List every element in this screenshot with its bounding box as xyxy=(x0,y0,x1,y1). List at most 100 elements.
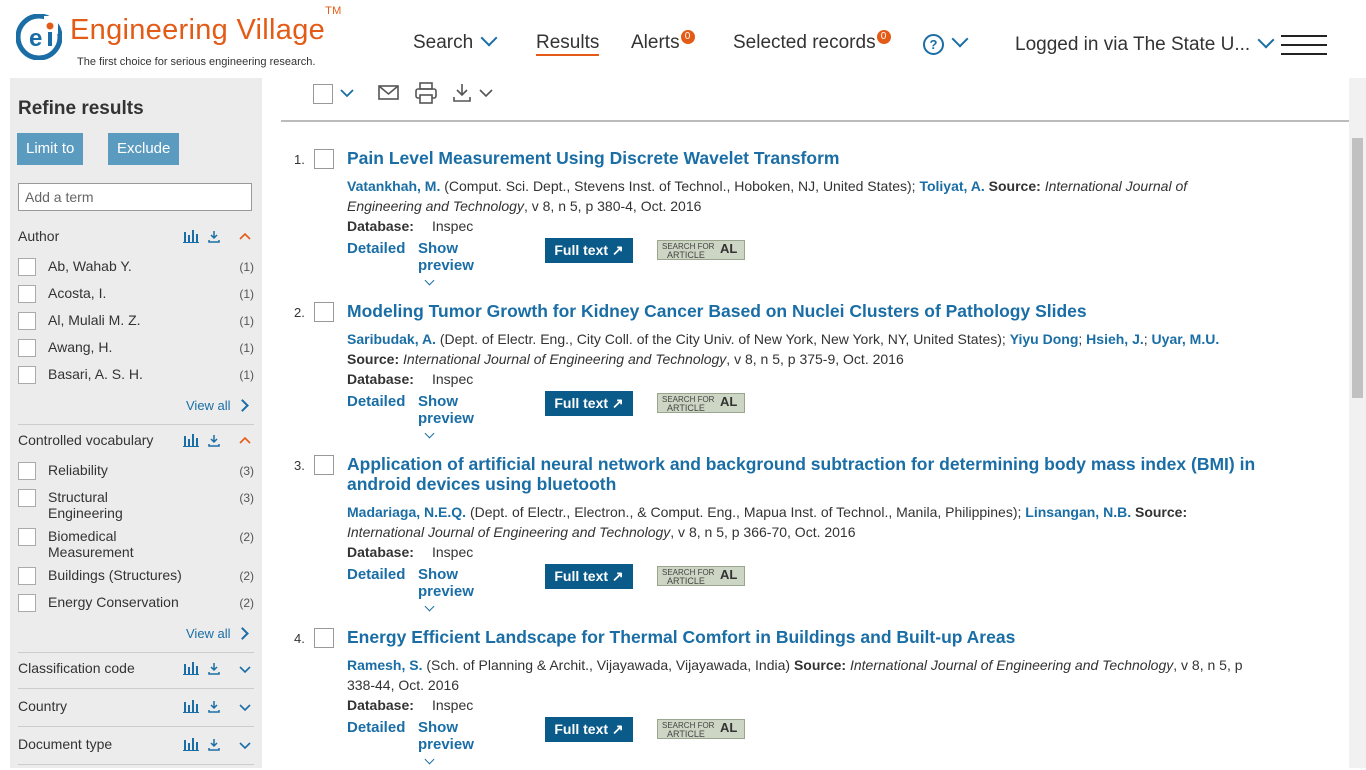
nav-search-label: Search xyxy=(413,32,474,53)
nav-results[interactable]: Results xyxy=(536,32,600,56)
show-preview-toggle[interactable]: Show preview xyxy=(418,240,474,291)
page-scrollbar[interactable] xyxy=(1349,78,1366,768)
journal-name: International Journal of Engineering and… xyxy=(347,524,671,540)
author-link[interactable]: Ramesh, S. xyxy=(347,657,422,673)
facet-tools xyxy=(183,738,251,751)
limit-to-button[interactable]: Limit to xyxy=(17,133,84,165)
result-title-link[interactable]: Pain Level Measurement Using Discrete Wa… xyxy=(347,148,1262,168)
bar-chart-icon[interactable] xyxy=(183,662,199,675)
facet-checkbox[interactable] xyxy=(18,285,36,303)
detailed-link[interactable]: Detailed xyxy=(347,240,405,257)
hamburger-menu-icon[interactable] xyxy=(1281,35,1327,55)
divider xyxy=(18,726,254,727)
facet-checkbox[interactable] xyxy=(18,462,36,480)
result-checkbox[interactable] xyxy=(314,302,334,322)
author-link[interactable]: Uyar, M.U. xyxy=(1152,331,1220,347)
brand-name[interactable]: Engineering VillageTM xyxy=(70,5,342,47)
cv-view-all-link[interactable]: View all xyxy=(186,626,249,641)
result-number: 4. xyxy=(294,631,305,646)
author-link[interactable]: Linsangan, N.B. xyxy=(1025,504,1131,520)
search-for-article-button[interactable]: SEARCH FOR ARTICLE AL xyxy=(657,393,745,413)
facet-document-type-header[interactable]: Document type xyxy=(18,736,254,760)
search-for-article-button[interactable]: SEARCH FOR ARTICLE AL xyxy=(657,719,745,739)
full-text-label: Full text xyxy=(554,395,609,411)
print-icon[interactable] xyxy=(414,81,438,105)
scrollbar-thumb[interactable] xyxy=(1352,138,1363,398)
chevron-up-icon[interactable] xyxy=(239,232,251,240)
nav-selected-records[interactable]: Selected records 0 xyxy=(733,30,891,54)
facet-checkbox[interactable] xyxy=(18,366,36,384)
facet-item-count: (1) xyxy=(239,341,254,355)
author-link[interactable]: Yiyu Dong xyxy=(1010,331,1079,347)
bar-chart-icon[interactable] xyxy=(183,230,199,243)
chevron-up-icon[interactable] xyxy=(239,436,251,444)
full-text-label: Full text xyxy=(554,568,609,584)
bar-chart-icon[interactable] xyxy=(183,738,199,751)
facet-checkbox[interactable] xyxy=(18,339,36,357)
help-menu[interactable]: ? xyxy=(923,30,969,55)
author-link[interactable]: Hsieh, J. xyxy=(1086,331,1144,347)
full-text-button[interactable]: Full text ↗ xyxy=(545,391,633,416)
download-icon[interactable] xyxy=(208,663,220,675)
author-link[interactable]: Vatankhah, M. xyxy=(347,178,440,194)
facet-checkbox[interactable] xyxy=(18,528,36,546)
download-icon[interactable] xyxy=(208,435,220,447)
search-for-article-button[interactable]: SEARCH FOR ARTICLE AL xyxy=(657,240,745,260)
chevron-down-icon[interactable] xyxy=(239,666,251,674)
facet-checkbox[interactable] xyxy=(18,258,36,276)
author-link[interactable]: Madariaga, N.E.Q. xyxy=(347,504,466,520)
add-term-input[interactable]: Add a term xyxy=(18,183,252,211)
select-all-checkbox[interactable] xyxy=(313,84,333,104)
email-icon[interactable] xyxy=(378,84,400,102)
show-preview-toggle[interactable]: Show preview xyxy=(418,719,474,770)
facet-checkbox[interactable] xyxy=(18,594,36,612)
nav-alerts[interactable]: Alerts 0 xyxy=(631,30,695,54)
account-menu[interactable]: Logged in via The State U... xyxy=(1015,31,1275,56)
refine-sidebar: Refine results Limit to Exclude Add a te… xyxy=(10,78,262,768)
result-checkbox[interactable] xyxy=(314,455,334,475)
facet-checkbox[interactable] xyxy=(18,567,36,585)
facet-item-label: Acosta, I. xyxy=(48,285,107,301)
sfa-logo: AL xyxy=(720,567,738,582)
full-text-button[interactable]: Full text ↗ xyxy=(545,717,633,742)
download-icon[interactable] xyxy=(208,739,220,751)
chevron-down-icon[interactable] xyxy=(239,704,251,712)
result-database: Database: Inspec xyxy=(347,218,473,234)
nav-search[interactable]: Search xyxy=(413,29,498,54)
show-preview-toggle[interactable]: Show preview xyxy=(418,566,474,617)
facet-checkbox[interactable] xyxy=(18,489,36,507)
facet-checkbox[interactable] xyxy=(18,312,36,330)
show-preview-toggle[interactable]: Show preview xyxy=(418,393,474,444)
result-item: 1. Pain Level Measurement Using Discrete… xyxy=(292,148,1262,286)
download-icon[interactable] xyxy=(208,701,220,713)
chevron-down-icon[interactable] xyxy=(339,87,355,99)
detailed-link[interactable]: Detailed xyxy=(347,566,405,583)
download-icon[interactable] xyxy=(453,82,495,104)
bar-chart-icon[interactable] xyxy=(183,434,199,447)
chevron-down-icon[interactable] xyxy=(239,742,251,750)
facet-item-label: Al, Mulali M. Z. xyxy=(48,312,141,328)
facet-classification-code-header[interactable]: Classification code xyxy=(18,660,254,684)
detailed-link[interactable]: Detailed xyxy=(347,393,405,410)
facet-author-header[interactable]: Author xyxy=(18,228,254,252)
full-text-button[interactable]: Full text ↗ xyxy=(545,564,633,589)
download-icon[interactable] xyxy=(208,231,220,243)
engineering-village-logo-icon[interactable]: e xyxy=(16,14,62,60)
author-view-all-link[interactable]: View all xyxy=(186,398,249,413)
detailed-link[interactable]: Detailed xyxy=(347,719,405,736)
full-text-button[interactable]: Full text ↗ xyxy=(545,238,633,263)
result-checkbox[interactable] xyxy=(314,628,334,648)
sfa-line2: ARTICLE xyxy=(667,250,705,260)
bar-chart-icon[interactable] xyxy=(183,700,199,713)
result-title-link[interactable]: Energy Efficient Landscape for Thermal C… xyxy=(347,627,1262,647)
result-title-link[interactable]: Modeling Tumor Growth for Kidney Cancer … xyxy=(347,301,1262,321)
author-link[interactable]: Saribudak, A. xyxy=(347,331,436,347)
facet-controlled-vocabulary-header[interactable]: Controlled vocabulary xyxy=(18,432,254,456)
result-checkbox[interactable] xyxy=(314,149,334,169)
facet-country-header[interactable]: Country xyxy=(18,698,254,722)
result-database: Database: Inspec xyxy=(347,697,473,713)
result-title-link[interactable]: Application of artificial neural network… xyxy=(347,454,1262,494)
exclude-button[interactable]: Exclude xyxy=(108,133,180,165)
author-link[interactable]: Toliyat, A. xyxy=(919,178,984,194)
search-for-article-button[interactable]: SEARCH FOR ARTICLE AL xyxy=(657,566,745,586)
